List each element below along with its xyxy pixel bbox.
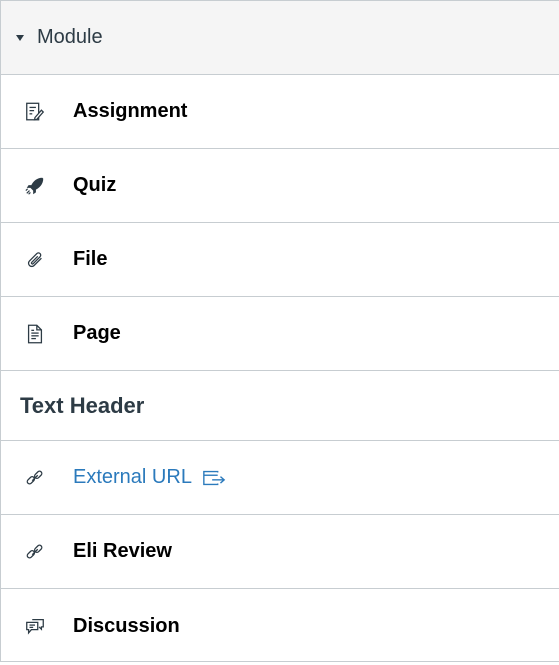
module-item-text-header: Text Header: [1, 371, 559, 441]
text-header-label: Text Header: [20, 392, 145, 418]
module-item-page[interactable]: Page: [1, 297, 559, 371]
caret-down-icon[interactable]: [16, 34, 24, 41]
module-item-assignment[interactable]: Assignment: [1, 75, 559, 149]
module-header[interactable]: Module: [1, 1, 559, 75]
external-link-icon: [202, 468, 226, 488]
module-item-quiz[interactable]: Quiz: [1, 149, 559, 223]
item-label[interactable]: File: [73, 248, 107, 271]
item-label[interactable]: External URL: [73, 466, 192, 489]
link-icon: [23, 466, 47, 490]
paperclip-icon: [23, 248, 47, 272]
item-label[interactable]: Page: [73, 322, 121, 345]
discussion-icon: [23, 614, 47, 638]
item-label[interactable]: Quiz: [73, 174, 116, 197]
item-label[interactable]: Discussion: [73, 615, 180, 638]
module-item-eli-review[interactable]: Eli Review: [1, 515, 559, 589]
document-page-icon: [23, 322, 47, 346]
module-item-external-url[interactable]: External URL: [1, 441, 559, 515]
module-container: Module Assignment Quiz File Page Text He…: [0, 0, 559, 662]
assignment-icon: [23, 100, 47, 124]
module-item-discussion[interactable]: Discussion: [1, 589, 559, 663]
link-icon: [23, 540, 47, 564]
rocket-quiz-icon: [23, 174, 47, 198]
item-label[interactable]: Eli Review: [73, 540, 172, 563]
module-item-file[interactable]: File: [1, 223, 559, 297]
module-title[interactable]: Module: [37, 26, 103, 49]
item-label[interactable]: Assignment: [73, 100, 187, 123]
